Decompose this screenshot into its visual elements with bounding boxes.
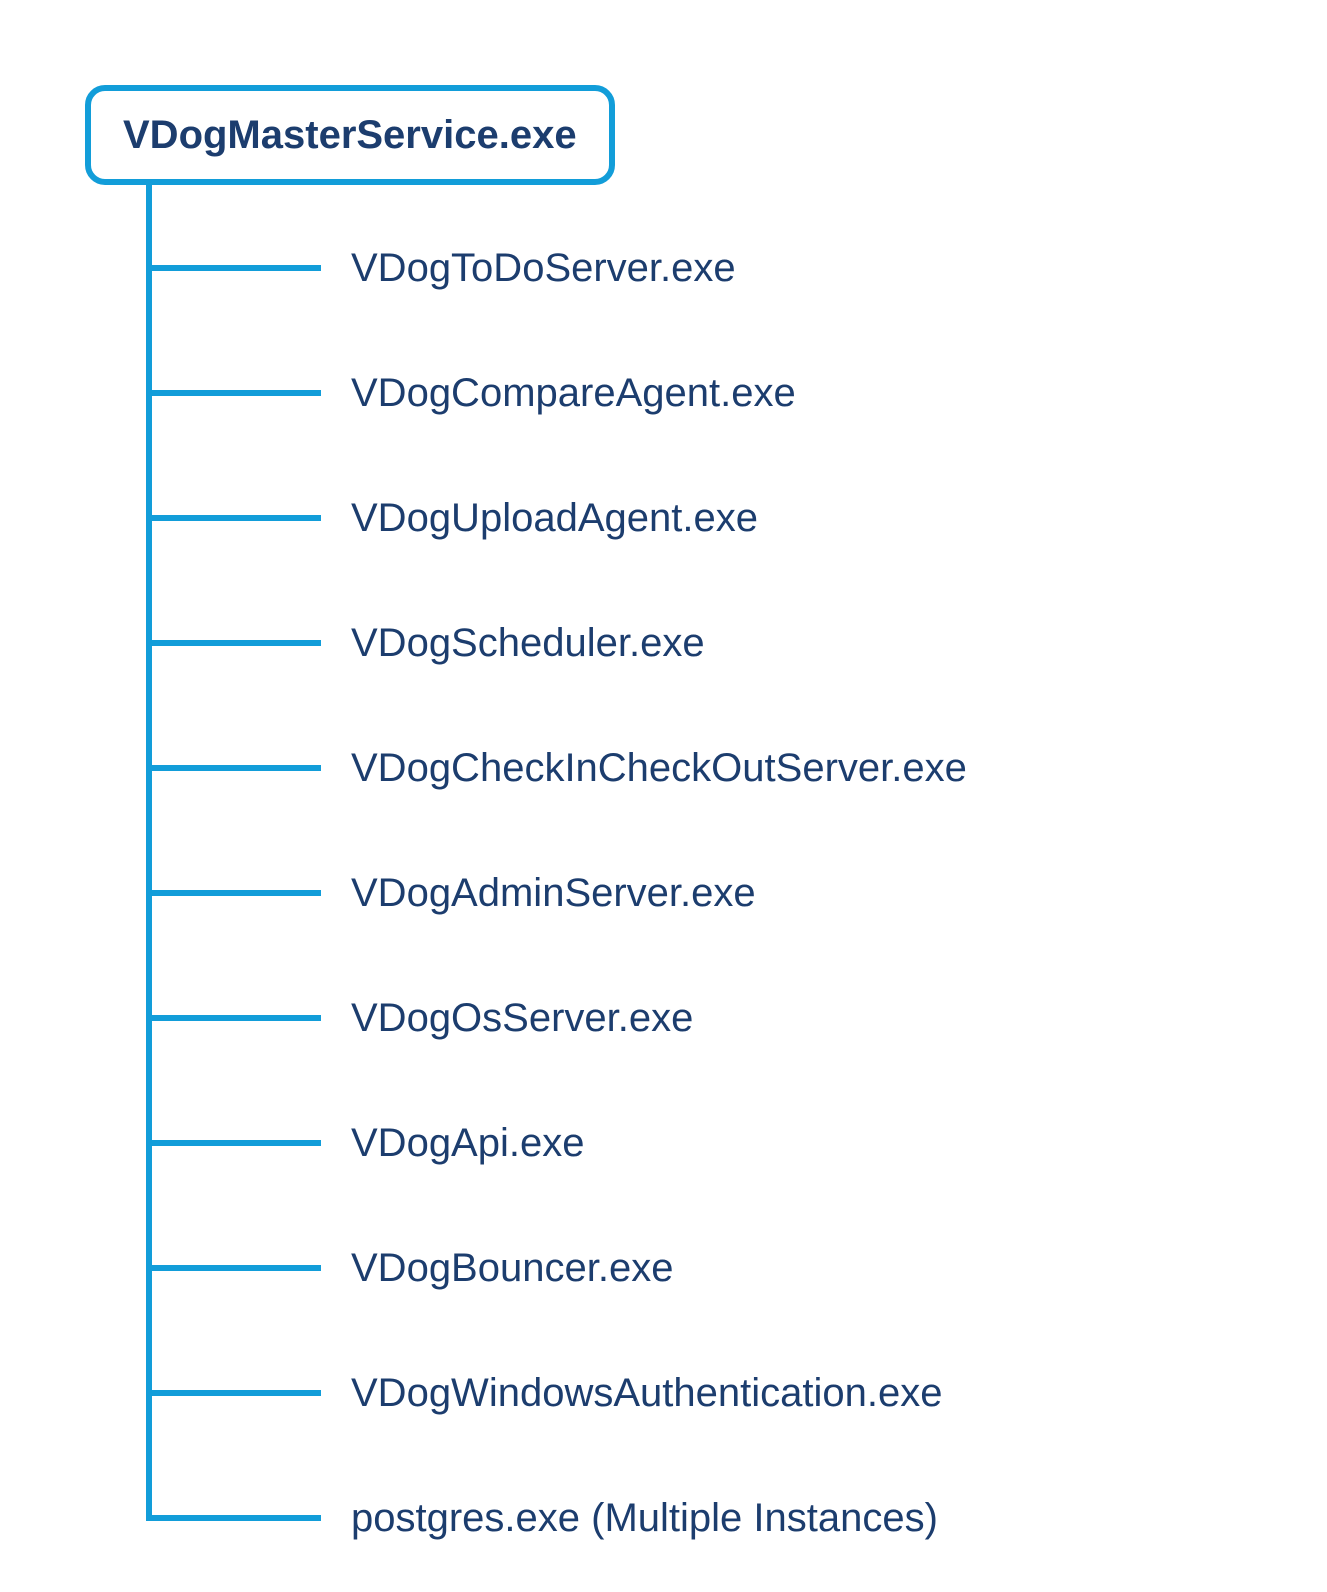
- child-process-label: VDogApi.exe: [351, 1121, 584, 1165]
- child-process-row: VDogUploadAgent.exe: [146, 495, 758, 541]
- child-process-label: VDogAdminServer.exe: [351, 871, 756, 915]
- child-process-row: VDogCompareAgent.exe: [146, 370, 796, 416]
- root-process-box: VDogMasterService.exe: [85, 85, 615, 185]
- tree-branch-line: [146, 390, 321, 396]
- tree-branch-line: [146, 765, 321, 771]
- child-process-row: VDogWindowsAuthentication.exe: [146, 1370, 942, 1416]
- child-process-row: VDogCheckInCheckOutServer.exe: [146, 745, 967, 791]
- process-tree-diagram: VDogMasterService.exe VDogToDoServer.exe…: [0, 0, 1327, 1592]
- child-process-label: VDogToDoServer.exe: [351, 246, 736, 290]
- child-process-row: VDogToDoServer.exe: [146, 245, 736, 291]
- tree-branch-line: [146, 515, 321, 521]
- child-process-row: VDogApi.exe: [146, 1120, 584, 1166]
- tree-branch-line: [146, 640, 321, 646]
- child-process-label: VDogScheduler.exe: [351, 621, 705, 665]
- child-process-label: VDogCompareAgent.exe: [351, 371, 796, 415]
- child-process-label: VDogBouncer.exe: [351, 1246, 673, 1290]
- tree-branch-line: [146, 890, 321, 896]
- child-process-label: postgres.exe (Multiple Instances): [351, 1496, 938, 1540]
- tree-branch-line: [146, 1390, 321, 1396]
- tree-branch-line: [146, 1015, 321, 1021]
- child-process-label: VDogWindowsAuthentication.exe: [351, 1371, 942, 1415]
- tree-branch-line: [146, 1140, 321, 1146]
- child-process-row: VDogScheduler.exe: [146, 620, 705, 666]
- child-process-row: VDogOsServer.exe: [146, 995, 693, 1041]
- child-process-label: VDogOsServer.exe: [351, 996, 693, 1040]
- root-process-label: VDogMasterService.exe: [123, 113, 577, 157]
- tree-branch-line: [146, 1515, 321, 1521]
- child-process-row: postgres.exe (Multiple Instances): [146, 1495, 938, 1541]
- child-process-label: VDogCheckInCheckOutServer.exe: [351, 746, 967, 790]
- tree-branch-line: [146, 265, 321, 271]
- child-process-row: VDogBouncer.exe: [146, 1245, 673, 1291]
- child-process-row: VDogAdminServer.exe: [146, 870, 756, 916]
- child-process-label: VDogUploadAgent.exe: [351, 496, 758, 540]
- tree-branch-line: [146, 1265, 321, 1271]
